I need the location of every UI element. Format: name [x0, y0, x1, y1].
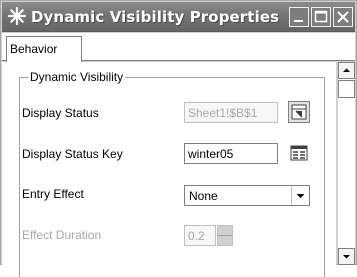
scroll-up-icon: [343, 68, 350, 72]
entry-effect-label: Entry Effect: [22, 187, 84, 201]
tab-strip: Behavior: [2, 33, 355, 62]
maximize-button[interactable]: [311, 7, 331, 27]
minimize-icon: [294, 20, 303, 22]
maximize-icon: [314, 10, 328, 23]
group-label: Dynamic Visibility: [28, 70, 126, 84]
title-bar[interactable]: Dynamic Visibility Properties: [2, 2, 355, 32]
list-selector-icon: [290, 145, 308, 161]
scroll-up-button[interactable]: [338, 62, 355, 79]
window-title: Dynamic Visibility Properties: [31, 8, 280, 26]
display-status-key-picker-button[interactable]: [288, 142, 310, 164]
effect-duration-field[interactable]: 0.2: [184, 225, 216, 246]
entry-effect-select[interactable]: None: [184, 185, 310, 206]
scroll-down-icon: [343, 255, 350, 259]
entry-effect-dropdown-button[interactable]: [291, 186, 309, 205]
display-status-picker-button[interactable]: [288, 101, 310, 123]
entry-effect-value: None: [189, 189, 218, 203]
display-status-key-label: Display Status Key: [22, 147, 123, 161]
tab-behavior-label: Behavior: [10, 42, 58, 56]
tab-behavior[interactable]: Behavior: [6, 36, 82, 62]
effect-duration-label: Effect Duration: [22, 228, 102, 242]
asterisk-icon: [7, 6, 27, 26]
display-status-field[interactable]: Sheet1!$B$1: [184, 102, 278, 123]
properties-panel: Dynamic Visibility Display Status Sheet1…: [2, 62, 336, 277]
cell-selector-icon: [291, 104, 307, 120]
effect-duration-spinner[interactable]: [217, 225, 233, 246]
display-status-key-field[interactable]: winter05: [184, 143, 278, 164]
scroll-thumb[interactable]: [338, 80, 355, 98]
close-icon: [337, 11, 349, 23]
display-status-label: Display Status: [22, 106, 99, 120]
chevron-down-icon: [296, 194, 305, 198]
close-button[interactable]: [333, 7, 353, 27]
scroll-down-button[interactable]: [338, 248, 355, 265]
vertical-scrollbar[interactable]: [337, 62, 355, 265]
minimize-button[interactable]: [289, 7, 309, 27]
properties-window: Dynamic Visibility Properties Behavior D…: [0, 0, 357, 277]
spinner-divider: [218, 235, 232, 236]
